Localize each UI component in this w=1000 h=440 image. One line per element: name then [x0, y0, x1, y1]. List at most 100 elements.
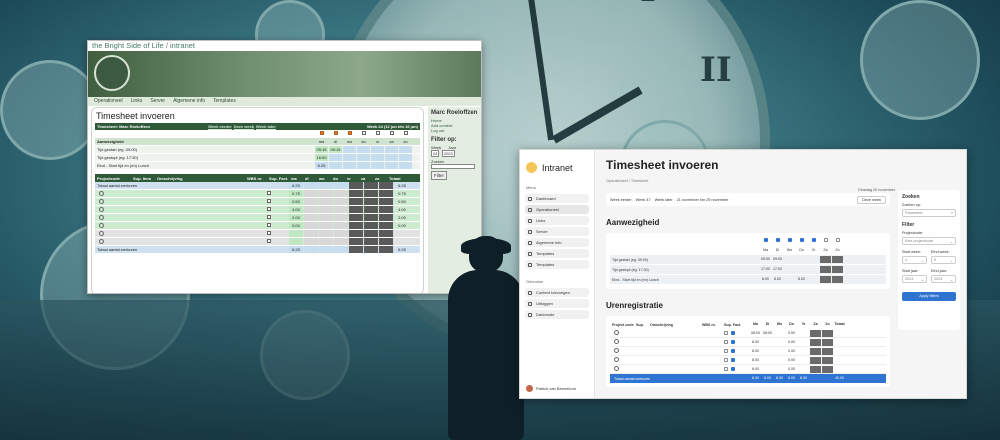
row-checkbox[interactable]: [267, 215, 271, 219]
hours-input[interactable]: [304, 198, 318, 205]
hours-input[interactable]: 0.00: [786, 357, 797, 364]
row-checkbox[interactable]: [731, 331, 735, 335]
hours-input[interactable]: [774, 366, 785, 373]
remove-row-icon[interactable]: [614, 330, 619, 335]
time-input[interactable]: 09:15: [329, 146, 342, 153]
sidebar-item-darkmode[interactable]: Darkmode: [525, 310, 589, 319]
sidebar-item-content-toevoegen[interactable]: Content toevoegen: [525, 288, 589, 297]
hours-input[interactable]: 8.00: [750, 339, 761, 346]
hours-input[interactable]: [822, 356, 833, 364]
time-input[interactable]: [371, 146, 384, 153]
time-input[interactable]: [399, 154, 412, 161]
hours-input[interactable]: [349, 230, 363, 237]
nav-algemene-info[interactable]: Algemene info: [173, 97, 205, 106]
day-checkbox[interactable]: [389, 131, 394, 135]
time-input[interactable]: 17:00: [772, 266, 783, 273]
hours-input[interactable]: [334, 198, 348, 205]
remove-row-icon[interactable]: [99, 206, 104, 212]
hours-input[interactable]: 0.00: [289, 222, 303, 229]
hours-input[interactable]: [349, 198, 363, 205]
hours-input[interactable]: [334, 238, 348, 245]
hours-input[interactable]: [379, 246, 393, 253]
day-checkbox[interactable]: [799, 238, 804, 242]
hours-input[interactable]: [762, 366, 773, 373]
day-checkbox[interactable]: [835, 238, 840, 242]
hours-input[interactable]: [349, 182, 363, 189]
time-input[interactable]: [832, 256, 843, 263]
hours-input[interactable]: [762, 339, 773, 346]
nav-templates[interactable]: Templates: [213, 97, 236, 106]
hours-input[interactable]: [304, 222, 318, 229]
time-input[interactable]: [820, 276, 831, 283]
hours-input[interactable]: [304, 214, 318, 221]
search-input[interactable]: Parameter ⌕: [902, 209, 956, 217]
hours-input[interactable]: [364, 230, 378, 237]
remove-row-icon[interactable]: [614, 357, 619, 362]
hours-input[interactable]: [319, 238, 333, 245]
time-input[interactable]: [385, 154, 398, 161]
hours-input[interactable]: [810, 338, 821, 346]
hours-input[interactable]: [379, 238, 393, 245]
time-input[interactable]: [399, 146, 412, 153]
hours-input[interactable]: [798, 339, 809, 346]
start-week-select[interactable]: 4 ⌄: [902, 256, 927, 264]
remove-row-icon[interactable]: [99, 214, 104, 220]
nav-links[interactable]: Links: [131, 97, 143, 106]
hours-input[interactable]: [334, 222, 348, 229]
day-checkbox[interactable]: [763, 238, 768, 242]
hours-input[interactable]: [304, 182, 318, 189]
remove-row-icon[interactable]: [99, 238, 104, 244]
hours-input[interactable]: 8.00: [750, 348, 761, 355]
hours-input[interactable]: [364, 198, 378, 205]
row-checkbox[interactable]: [731, 358, 735, 362]
hours-input[interactable]: 2.00: [289, 214, 303, 221]
row-checkbox[interactable]: [724, 367, 728, 371]
time-input[interactable]: [784, 266, 795, 273]
year-select[interactable]: 2023: [441, 150, 455, 157]
hours-input[interactable]: [798, 348, 809, 355]
row-checkbox[interactable]: [724, 340, 728, 344]
hours-input[interactable]: [319, 182, 333, 189]
time-input[interactable]: 09:15: [315, 146, 328, 153]
hours-input[interactable]: [334, 206, 348, 213]
time-input[interactable]: [357, 154, 370, 161]
hours-input[interactable]: [379, 206, 393, 213]
hours-input[interactable]: [364, 214, 378, 221]
hours-input[interactable]: [364, 182, 378, 189]
time-input[interactable]: [808, 276, 819, 283]
time-input[interactable]: 8.00: [772, 276, 783, 283]
sidebar-item-uitloggen[interactable]: Uitloggen: [525, 299, 589, 308]
week-next-button[interactable]: Week later: [655, 198, 673, 202]
hours-input[interactable]: 0.00: [786, 339, 797, 346]
time-input[interactable]: 09:00: [772, 256, 783, 263]
day-checkbox[interactable]: [333, 131, 338, 135]
hours-input[interactable]: [334, 246, 348, 253]
hours-input[interactable]: [349, 214, 363, 221]
hours-input[interactable]: [349, 190, 363, 197]
hours-input[interactable]: [349, 206, 363, 213]
time-input[interactable]: [784, 276, 795, 283]
time-input[interactable]: [832, 266, 843, 273]
hours-input[interactable]: 8.00: [750, 357, 761, 364]
project-select[interactable]: Kies projectcode ⌄: [902, 237, 956, 245]
hours-input[interactable]: [289, 238, 303, 245]
row-checkbox[interactable]: [724, 358, 728, 362]
hours-input[interactable]: [319, 246, 333, 253]
end-year-select[interactable]: 2024 ⌄: [931, 275, 956, 283]
hours-input[interactable]: 0.50: [289, 198, 303, 205]
week-prev-button[interactable]: Week eerder: [610, 198, 632, 202]
row-checkbox[interactable]: [731, 340, 735, 344]
hours-input[interactable]: [379, 230, 393, 237]
hours-input[interactable]: [774, 357, 785, 364]
sidebar-item-dashboard[interactable]: Dashboard: [525, 194, 589, 203]
hours-input[interactable]: [810, 365, 821, 373]
time-input[interactable]: [329, 154, 342, 161]
hours-input[interactable]: 0.00: [786, 348, 797, 355]
row-checkbox[interactable]: [731, 367, 735, 371]
time-input[interactable]: [796, 256, 807, 263]
row-checkbox[interactable]: [267, 207, 271, 211]
hours-input[interactable]: [349, 246, 363, 253]
hours-input[interactable]: 08:00: [762, 330, 773, 337]
hours-input[interactable]: [334, 182, 348, 189]
hours-input[interactable]: [319, 206, 333, 213]
